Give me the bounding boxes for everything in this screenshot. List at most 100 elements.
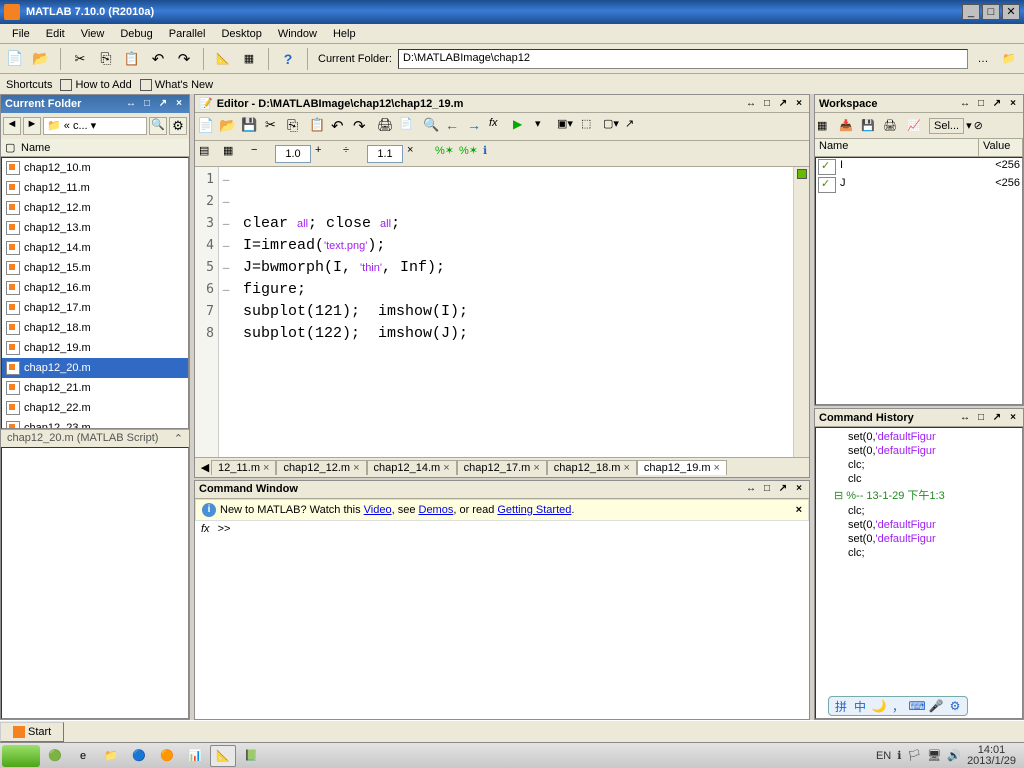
menu-help[interactable]: Help [325,26,364,42]
history-item[interactable]: ⊟ %-- 13-1-29 下午1:3 [818,486,1020,504]
menu-file[interactable]: File [4,26,38,42]
menu-edit[interactable]: Edit [38,26,73,42]
matlab-start-button[interactable]: Start [0,722,64,742]
tray-clock[interactable]: 14:01 2013/1/29 [967,745,1016,767]
name-column-header[interactable]: Name [21,142,50,154]
tab-close-icon[interactable]: × [533,462,539,474]
new-button[interactable] [4,48,26,70]
panel-dock-icon[interactable]: ↗ [157,98,169,110]
current-folder-path-input[interactable]: D:\MATLABImage\chap12 [398,49,968,69]
menu-debug[interactable]: Debug [112,26,160,42]
taskbar-matlab[interactable]: 📐 [210,745,236,767]
history-item[interactable]: clc; [818,504,1020,518]
file-item[interactable]: chap12_17.m [2,298,188,318]
command-input-area[interactable]: fx >> [195,521,809,719]
eval-cell-button[interactable]: %✶ [435,144,455,164]
ime-moon-icon[interactable]: 🌙 [871,698,887,714]
menu-parallel[interactable]: Parallel [161,26,214,42]
ws-value-header[interactable]: Value [979,139,1023,156]
ime-keyboard-icon[interactable]: ⌨ [909,698,925,714]
tray-vol-icon[interactable]: 🔊 [947,749,961,762]
history-item[interactable]: clc; [818,458,1020,472]
hist-dock-icon[interactable]: ↗ [991,412,1003,424]
file-item[interactable]: chap12_18.m [2,318,188,338]
history-item[interactable]: clc [818,472,1020,486]
ime-switch-icon[interactable]: 拼 [833,698,849,714]
editor-tab[interactable]: chap12_12.m× [276,460,366,475]
hist-close-icon[interactable]: × [1007,412,1019,424]
file-item[interactable]: chap12_16.m [2,278,188,298]
file-list-header[interactable]: ▢ Name [1,139,189,157]
go-up-button[interactable]: 📁 [998,48,1020,70]
editor-nav-back-button[interactable] [445,117,465,137]
file-item[interactable]: chap12_20.m [2,358,188,378]
command-history-list[interactable]: set(0,'defaultFigurset(0,'defaultFigurcl… [815,427,1023,719]
ime-toolbar[interactable]: 拼 中 🌙 ， ⌨ 🎤 ⚙ [828,696,968,716]
taskbar-chrome[interactable]: 🔵 [126,745,152,767]
ws-import-button[interactable]: 📥 [839,119,859,132]
panel-undock-icon[interactable]: □ [141,98,153,110]
editor-find-button[interactable] [423,117,443,137]
editor-tab[interactable]: chap12_18.m× [547,460,637,475]
close-button[interactable]: ✕ [1002,4,1020,20]
tab-close-icon[interactable]: × [714,462,720,474]
history-item[interactable]: set(0,'defaultFigur [818,430,1020,444]
help-button[interactable] [277,48,299,70]
ws-delete-button[interactable]: ⊘ [974,119,994,132]
cmdwin-close-icon[interactable]: × [793,483,805,495]
info-close-button[interactable]: × [796,504,802,516]
ws-undock-icon[interactable]: □ [975,98,987,110]
cmdwin-menu-icon[interactable]: ↔ [745,483,757,495]
workspace-variable[interactable]: I<256 [816,158,1022,176]
multiply-button[interactable]: × [407,144,427,164]
file-item[interactable]: chap12_21.m [2,378,188,398]
ws-dock-icon[interactable]: ↗ [991,98,1003,110]
divide-button[interactable]: ÷ [343,144,363,164]
guide-button[interactable]: ▦ [238,48,260,70]
file-item[interactable]: chap12_22.m [2,398,188,418]
ws-plot-button[interactable]: 📈 [907,119,927,132]
file-item[interactable]: chap12_19.m [2,338,188,358]
workspace-list[interactable]: I<256J<256 [815,157,1023,405]
panel-close-icon[interactable]: × [173,98,185,110]
editor-tile-button[interactable]: ▢▾ [603,117,623,137]
ws-print-button[interactable]: 🖨 [883,119,903,132]
folder-search-button[interactable]: 🔍 [149,117,167,135]
editor-close-icon[interactable]: × [793,98,805,110]
maximize-button[interactable]: □ [982,4,1000,20]
workspace-variable[interactable]: J<256 [816,176,1022,194]
editor-tab[interactable]: 12_11.m× [211,460,276,475]
ime-mic-icon[interactable]: 🎤 [928,698,944,714]
editor-tab[interactable]: chap12_17.m× [457,460,547,475]
scale-input-1[interactable] [275,145,311,163]
copy-button[interactable] [95,48,117,70]
system-tray[interactable]: EN ℹ 🏳 🖥 🔊 14:01 2013/1/29 [870,745,1022,767]
tab-close-icon[interactable]: × [353,462,359,474]
ime-settings-icon[interactable]: ⚙ [947,698,963,714]
getting-started-link[interactable]: Getting Started [497,504,571,516]
file-item[interactable]: chap12_13.m [2,218,188,238]
windows-start-button[interactable] [2,745,40,767]
editor-print-button[interactable] [377,117,397,137]
cell-mode-button[interactable]: ▤ [199,144,219,164]
scale-input-2[interactable] [367,145,403,163]
taskbar-explorer[interactable]: 📁 [98,745,124,767]
cell-info-button[interactable]: ℹ [483,144,503,164]
editor-undock-icon[interactable]: □ [761,98,773,110]
ime-lang-icon[interactable]: 中 [852,698,868,714]
editor-tab[interactable]: chap12_14.m× [367,460,457,475]
simulink-button[interactable]: 📐 [212,48,234,70]
menu-desktop[interactable]: Desktop [213,26,269,42]
editor-tab[interactable]: chap12_19.m× [637,460,727,475]
tab-close-icon[interactable]: × [623,462,629,474]
taskbar-app-8[interactable]: 📗 [238,745,264,767]
editor-stack-button[interactable]: ⬚ [581,117,601,137]
folder-path-input[interactable]: 📁 « c... ▾ [43,117,147,135]
hist-menu-icon[interactable]: ↔ [959,412,971,424]
tray-net-icon[interactable]: 🖥 [927,749,941,762]
tab-close-icon[interactable]: × [443,462,449,474]
editor-redo-button[interactable] [353,117,373,137]
editor-cut-button[interactable] [265,117,285,137]
file-item[interactable]: chap12_11.m [2,178,188,198]
ws-name-header[interactable]: Name [815,139,979,156]
